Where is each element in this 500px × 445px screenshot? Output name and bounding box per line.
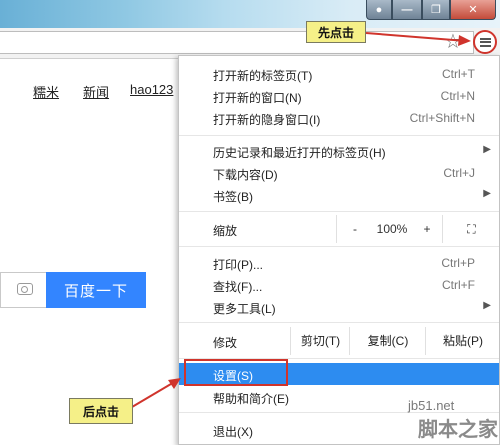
callout-then-click: 后点击 xyxy=(69,398,133,424)
watermark-site: 脚本之家 xyxy=(418,419,498,441)
arrow-line-first xyxy=(365,32,467,42)
arrow-line-second xyxy=(131,380,177,408)
callout-first-click: 先点击 xyxy=(306,21,366,43)
arrow-head-first xyxy=(458,35,471,46)
watermark-url: jb51.net xyxy=(408,398,455,413)
annotation-arrows xyxy=(131,32,471,408)
